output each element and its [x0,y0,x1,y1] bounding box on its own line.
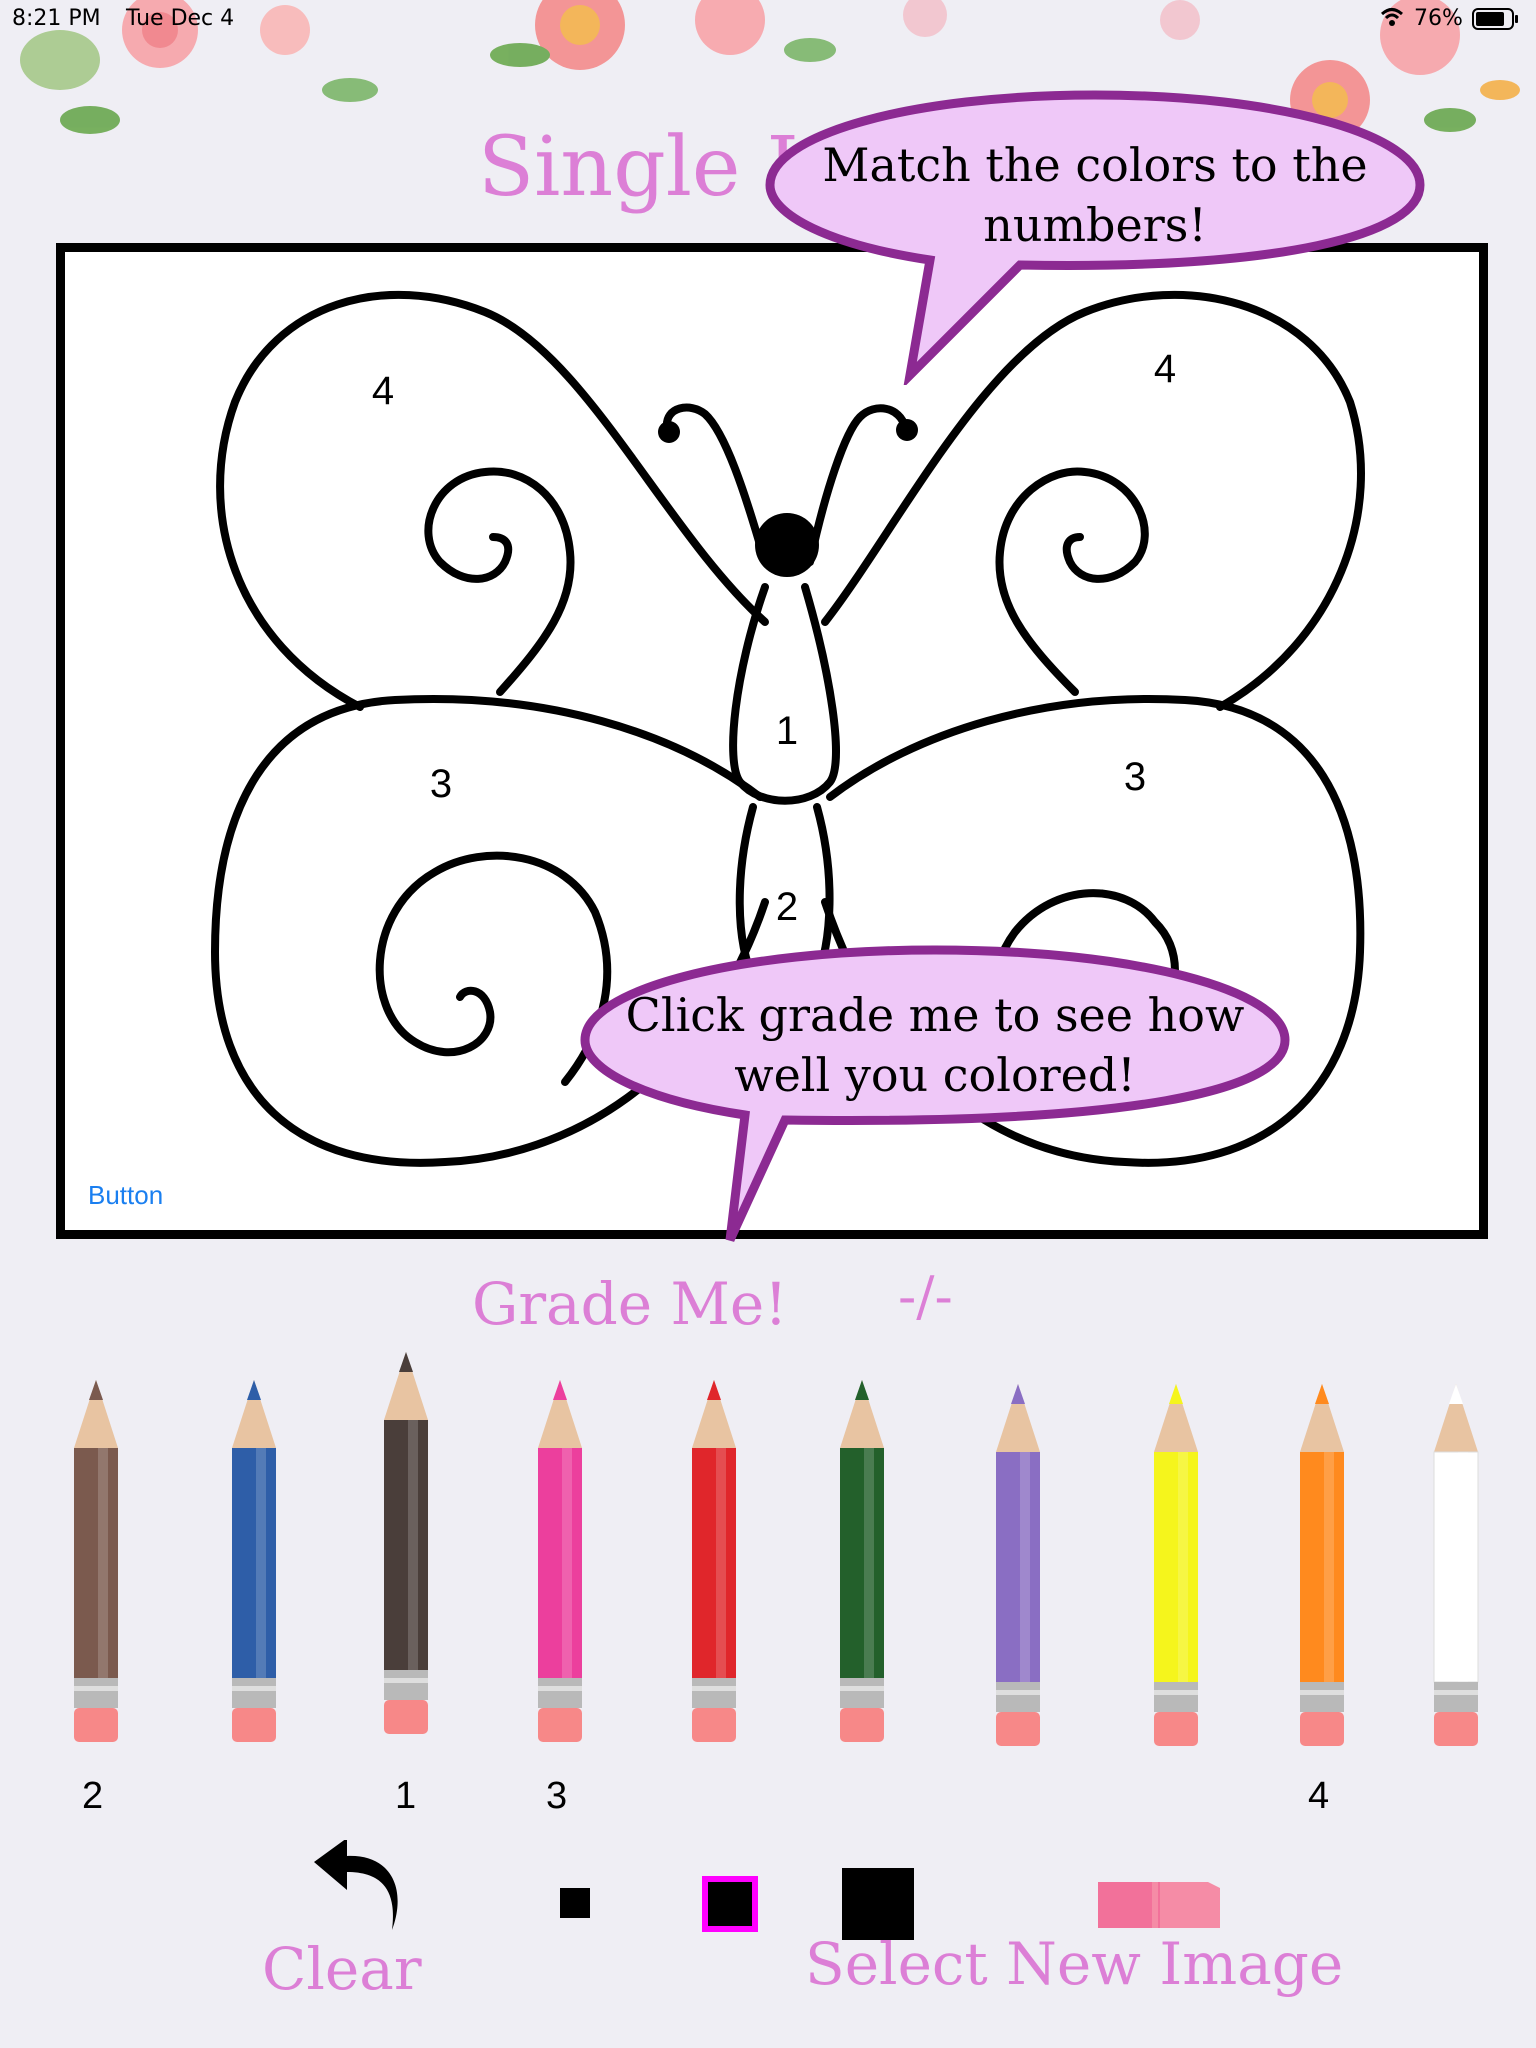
status-date: Tue Dec 4 [126,6,235,31]
pencil-green[interactable] [834,1378,890,1778]
pencil-red-body [692,1380,736,1742]
pencil-orange[interactable] [1294,1382,1350,1782]
battery-percent: 76% [1414,6,1463,31]
canvas-button[interactable]: Button [88,1180,163,1211]
brush-size-small[interactable] [560,1888,590,1918]
pencil-yellow-body [1154,1384,1198,1746]
wifi-icon [1380,6,1404,34]
pencil-number-black: 1 [395,1775,417,1817]
region-label-bottom-right: 3 [1124,755,1146,799]
pencil-yellow[interactable] [1148,1382,1204,1782]
battery-icon [1472,8,1520,36]
pencil-black-body [384,1352,428,1734]
region-label-bottom-left: 3 [430,762,452,806]
pencil-pink[interactable] [532,1378,588,1778]
page-title: Single I [478,120,799,215]
speech-bubble-top-text: Match the colors to the numbers! [822,138,1368,252]
pencil-number-orange: 4 [1308,1775,1330,1817]
select-new-image-button[interactable]: Select New Image [805,1930,1343,1998]
speech-bubble-bottom-text: Click grade me to see how well you color… [625,988,1245,1102]
region-label-top-left: 4 [372,369,394,413]
undo-icon[interactable] [312,1840,402,1935]
pencil-white-body [1433,1384,1479,1746]
pencil-pink-body [538,1380,582,1742]
pencil-black[interactable] [378,1350,434,1770]
clear-button[interactable]: Clear [262,1935,422,2003]
pencil-purple[interactable] [990,1382,1046,1782]
region-label-body-bottom: 2 [776,885,798,929]
status-time: 8:21 PM [12,6,101,31]
pencil-brown[interactable] [68,1378,124,1778]
pencil-white[interactable] [1428,1382,1484,1782]
score-display: -/- [898,1265,953,1328]
pencil-number-pink: 3 [546,1775,568,1817]
grade-me-button[interactable]: Grade Me! [472,1270,788,1338]
pencil-red[interactable] [686,1378,742,1778]
pencil-blue[interactable] [226,1378,282,1778]
brush-size-medium-selected[interactable] [702,1876,758,1932]
pencil-purple-body [996,1384,1040,1746]
eraser-icon[interactable] [1092,1876,1224,1932]
pencil-brown-body [74,1380,118,1742]
pencil-blue-body [232,1380,276,1742]
pencil-orange-body [1300,1384,1344,1746]
pencil-number-brown: 2 [82,1775,104,1817]
region-label-body-top: 1 [776,709,798,753]
status-bar: 8:21 PM Tue Dec 4 76% [0,0,1536,40]
pencil-green-body [840,1380,884,1742]
pencil-row [0,1340,1536,1790]
